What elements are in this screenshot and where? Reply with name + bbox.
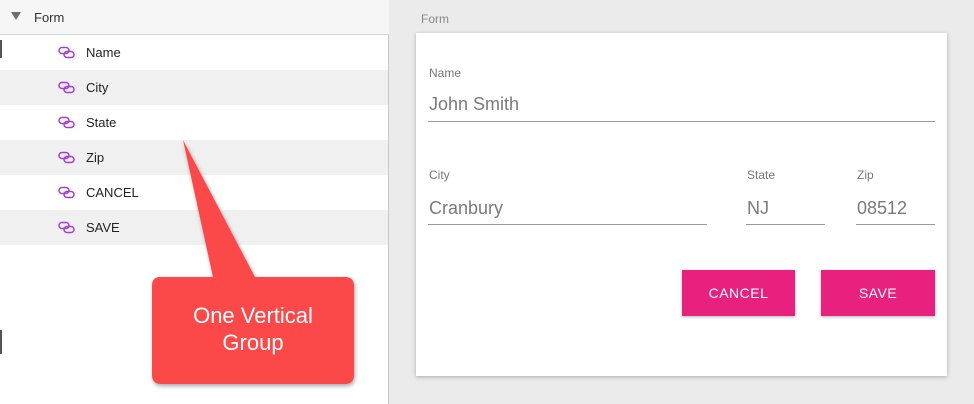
layer-item-label: CANCEL xyxy=(86,185,139,200)
city-underline xyxy=(428,224,707,225)
zip-label: Zip xyxy=(857,168,874,182)
layer-item-city[interactable]: City xyxy=(0,70,388,105)
scroll-edge-mark xyxy=(0,40,2,58)
disclosure-triangle-icon[interactable] xyxy=(11,12,21,20)
city-field[interactable]: Cranbury xyxy=(429,198,503,219)
layer-item-name[interactable]: Name xyxy=(0,35,388,70)
state-field[interactable]: NJ xyxy=(747,198,769,219)
link-icon xyxy=(58,81,75,94)
name-underline xyxy=(428,121,935,122)
layer-item-state[interactable]: State xyxy=(0,105,388,140)
link-icon xyxy=(58,46,75,59)
save-button[interactable]: SAVE xyxy=(821,270,935,316)
cancel-button[interactable]: CANCEL xyxy=(682,270,795,316)
link-icon xyxy=(58,221,75,234)
form-card: Name John Smith City Cranbury State NJ Z… xyxy=(416,33,947,376)
callout-text: One Vertical Group xyxy=(152,302,354,356)
city-label: City xyxy=(429,168,450,182)
link-icon xyxy=(58,186,75,199)
state-underline xyxy=(746,224,825,225)
zip-field[interactable]: 08512 xyxy=(857,198,907,219)
layer-item-label: City xyxy=(86,80,109,95)
layer-item-label: SAVE xyxy=(86,220,120,235)
state-label: State xyxy=(747,168,776,182)
layer-item-label: Name xyxy=(86,45,121,60)
link-icon xyxy=(58,116,75,129)
layer-item-label: Zip xyxy=(86,150,105,165)
zip-underline xyxy=(856,224,935,225)
layer-list: Name City State Zip CANCEL SAVE xyxy=(0,35,388,245)
layer-item-save[interactable]: SAVE xyxy=(0,210,388,245)
callout-line-1: One Vertical xyxy=(193,303,313,328)
link-icon xyxy=(58,151,75,164)
name-label: Name xyxy=(429,66,462,80)
layer-group-title: Form xyxy=(34,10,65,25)
scroll-edge-mark xyxy=(0,330,2,354)
layer-item-label: State xyxy=(86,115,117,130)
name-field[interactable]: John Smith xyxy=(429,94,519,115)
layer-item-zip[interactable]: Zip xyxy=(0,140,388,175)
callout-line-2: Group xyxy=(222,330,284,355)
form-section-label: Form xyxy=(421,12,449,26)
layer-group-form[interactable]: Form xyxy=(0,0,389,35)
layer-item-cancel[interactable]: CANCEL xyxy=(0,175,388,210)
